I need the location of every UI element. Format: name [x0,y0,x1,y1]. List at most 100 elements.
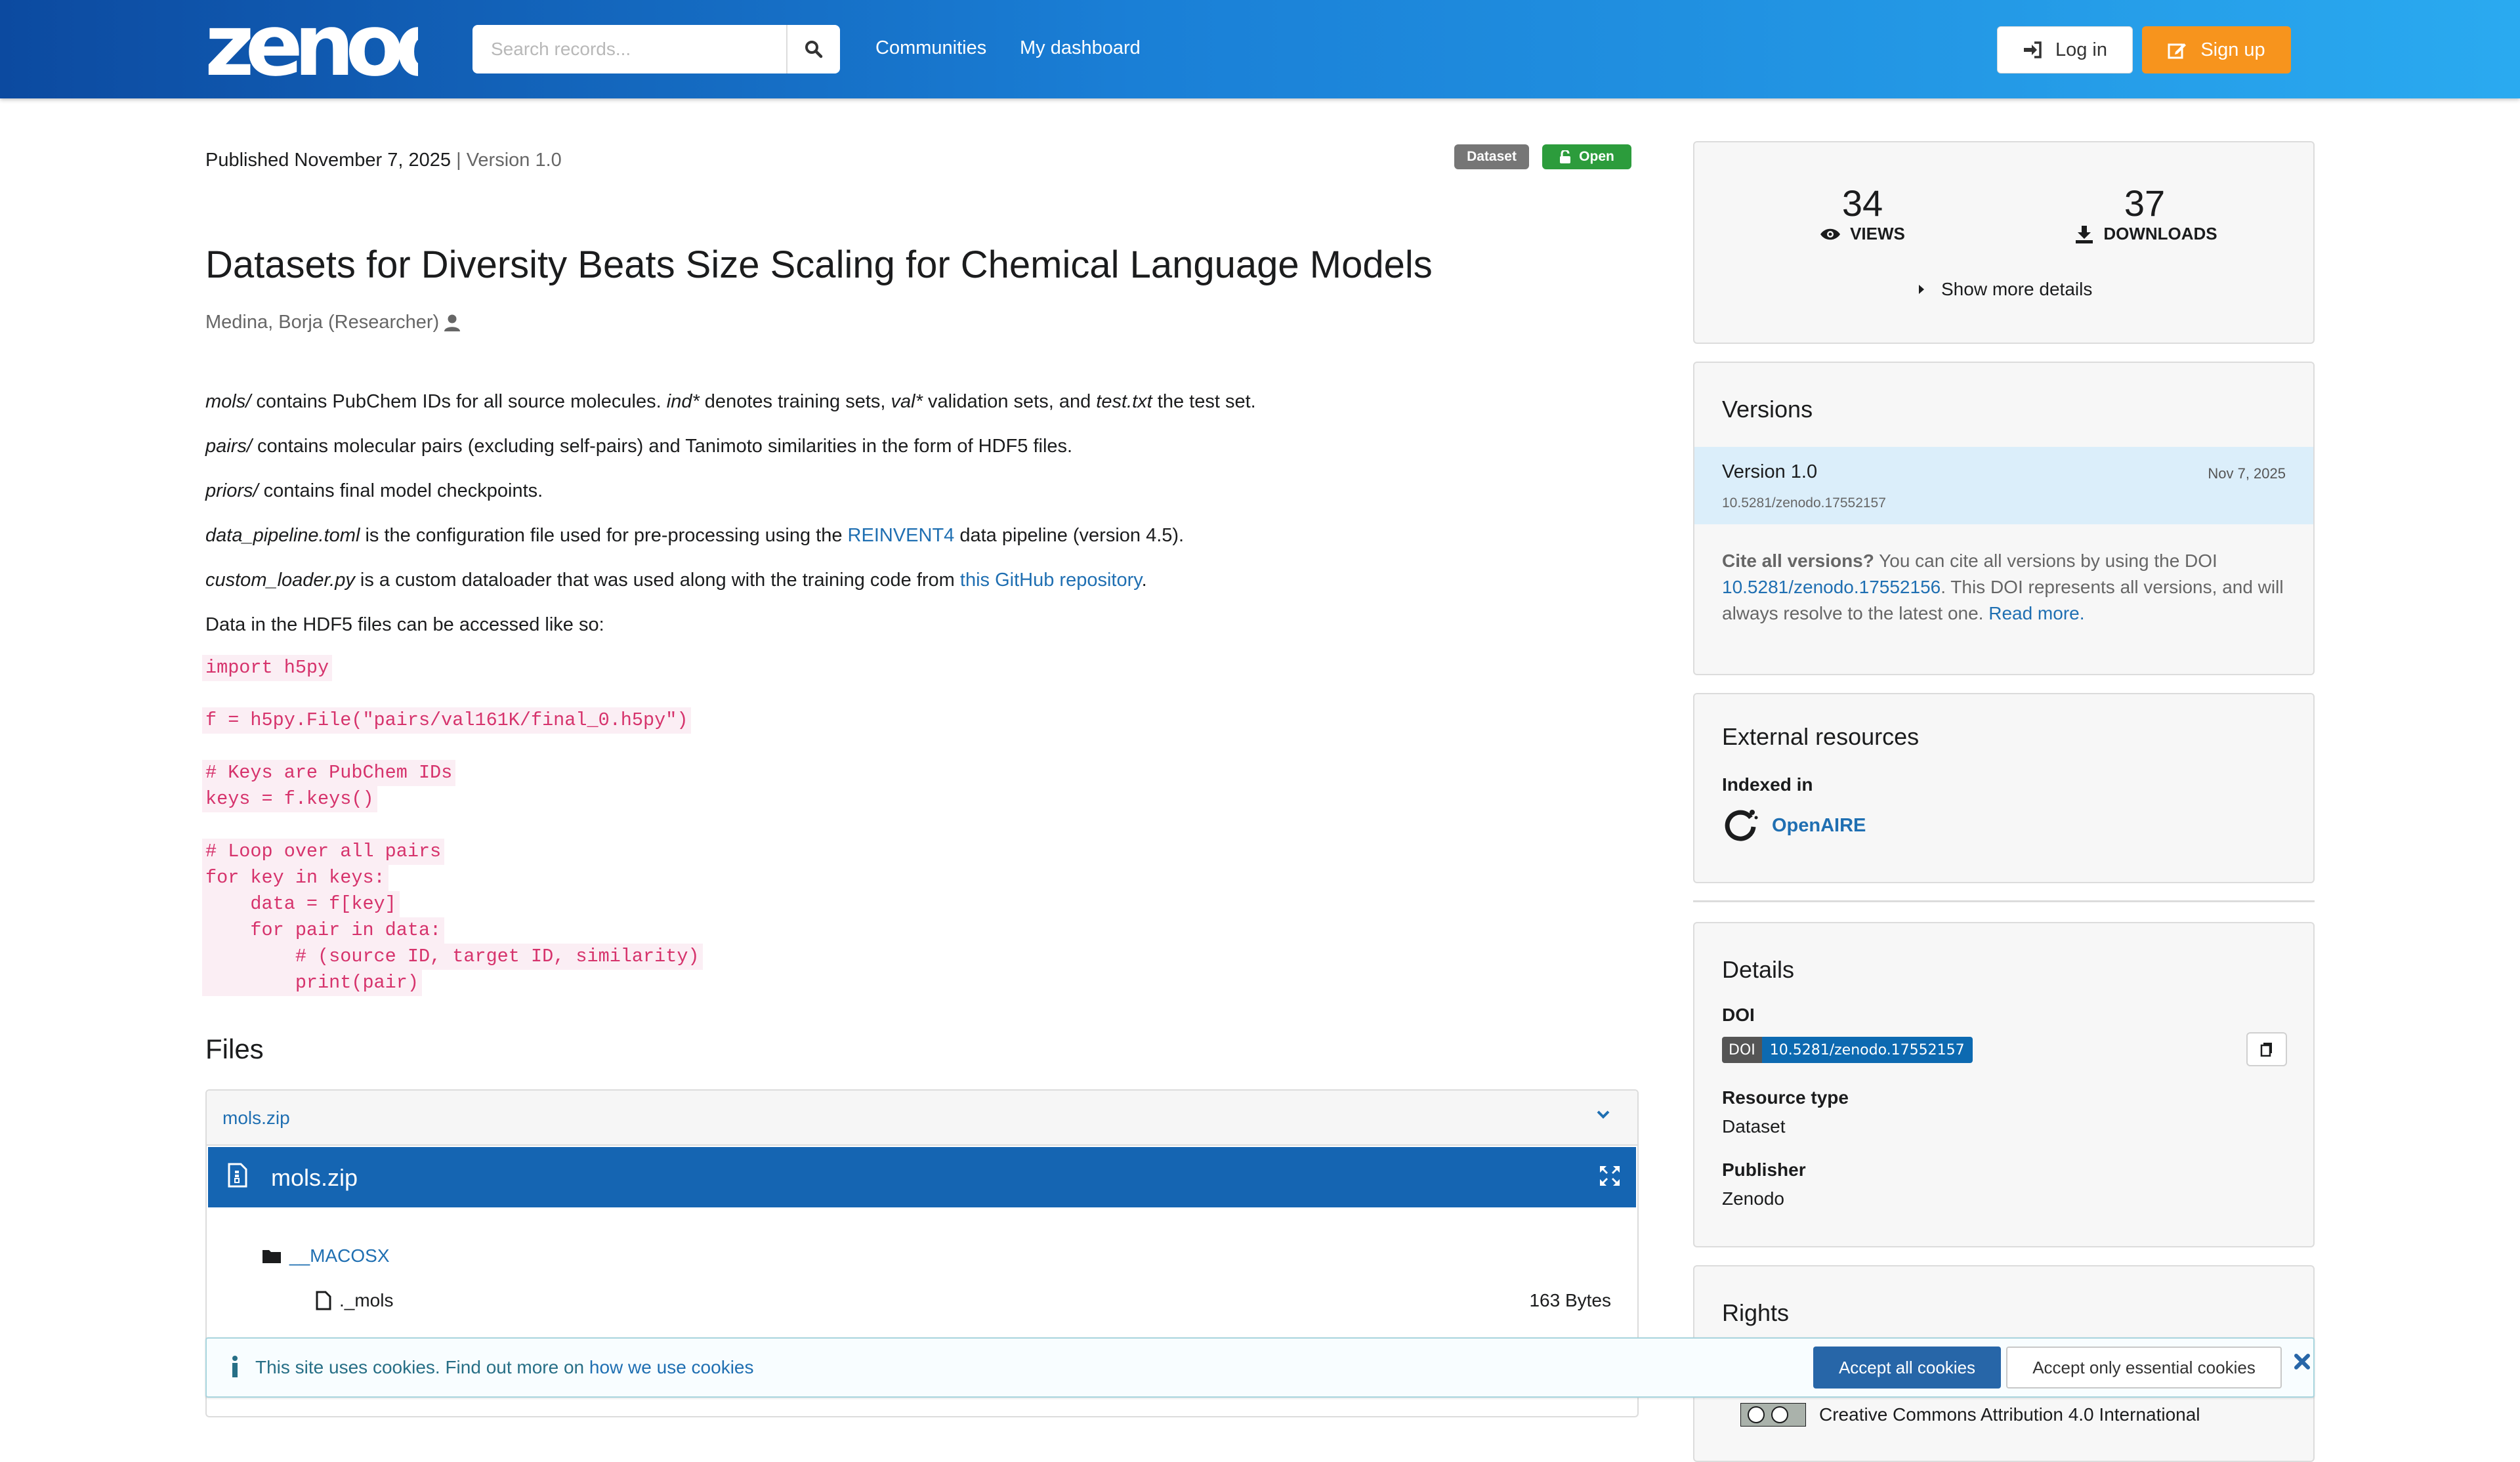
code-line: keys = f.keys() [202,786,377,812]
views-label: VIEWS [1744,224,1981,244]
details-title: Details [1722,956,1795,983]
accept-all-cookies-button[interactable]: Accept all cookies [1813,1347,2001,1389]
expand-icon[interactable] [1598,1164,1622,1188]
record-title: Datasets for Diversity Beats Size Scalin… [205,243,1433,286]
files-heading: Files [205,1034,264,1064]
downloads-label: DOWNLOADS [2028,224,2264,244]
copy-icon [2260,1043,2272,1057]
resource-type-badge: Dataset [1454,144,1529,169]
unlock-icon [1560,150,1571,163]
cite-all-versions: Cite all versions? You can cite all vers… [1722,551,2284,623]
version-date: Nov 7, 2025 [2208,465,2286,482]
code-line: # Keys are PubChem IDs [202,760,456,786]
file-accordion-name[interactable]: mols.zip [222,1108,290,1129]
code-line: for key in keys: [202,865,388,891]
eye-icon [1820,228,1841,240]
file-archive-icon [228,1163,247,1188]
concept-doi-link[interactable]: 10.5281/zenodo.17552156 [1722,577,1941,597]
published-date: Published November 7, 2025 [205,150,452,171]
reinvent4-link[interactable]: REINVENT4 [848,525,955,546]
license-name: Creative Commons Attribution 4.0 Interna… [1819,1404,2200,1425]
nav-communities[interactable]: Communities [875,37,986,59]
versions-title: Versions [1722,396,1813,423]
desc-paragraph-pipeline: data_pipeline.toml is the configuration … [205,525,1185,546]
desc-paragraph-loader: custom_loader.py is a custom dataloader … [205,570,1147,591]
openaire-link[interactable]: OpenAIRE [1722,807,1866,844]
edit-icon [2168,43,2187,59]
zenodo-logo[interactable]: zenodo [205,9,418,81]
top-navbar: zenodo Communities My dashboard Log in S… [0,0,2520,98]
versions-card: Versions Version 1.0 10.5281/zenodo.1755… [1693,362,2315,675]
caret-right-icon [1919,285,1924,294]
cookie-policy-link[interactable]: how we use cookies [589,1357,754,1377]
download-icon [2076,225,2093,243]
signup-label: Sign up [2200,39,2265,60]
folder-icon [262,1250,281,1263]
show-more-details[interactable]: Show more details [1918,279,2092,300]
copy-doi-button[interactable] [2246,1032,2287,1066]
tree-folder[interactable]: __MACOSX [262,1245,390,1266]
resource-type-value: Dataset [1722,1116,1786,1137]
desc-paragraph-pairs: pairs/ contains molecular pairs (excludi… [205,436,1073,457]
chevron-down-icon[interactable] [1595,1108,1611,1121]
close-icon[interactable] [2294,1353,2311,1370]
search-input[interactable] [472,25,786,73]
sign-in-icon [2023,41,2042,58]
sidebar-divider [1693,900,2315,902]
cc-license-icon [1740,1403,1806,1427]
version-doi: 10.5281/zenodo.17552157 [1722,495,1886,511]
desc-paragraph-priors: priors/ contains final model checkpoints… [205,480,543,501]
stats-card: 34 VIEWS 37 DOWNLOADS Show more details [1693,141,2315,344]
svg-text:zenodo: zenodo [205,9,418,81]
access-badge: Open [1542,144,1631,169]
code-line: print(pair) [202,970,422,996]
code-line: import h5py [202,655,333,681]
nav-my-dashboard[interactable]: My dashboard [1020,37,1141,59]
version-label: Version 1.0 [466,150,562,171]
details-card: Details DOI DOI 10.5281/zenodo.17552157 R… [1693,922,2315,1247]
publisher-value: Zenodo [1722,1188,1784,1209]
tree-file: ._mols [316,1290,393,1311]
code-block: import h5py f = h5py.File("pairs/val161K… [202,655,703,996]
version-name[interactable]: Version 1.0 [1722,461,1817,483]
desc-paragraph-hdf5: Data in the HDF5 files can be accessed l… [205,614,604,635]
file-accordion-header[interactable]: mols.zip [207,1091,1637,1146]
file-preview-header: mols.zip [208,1147,1636,1207]
signup-button[interactable]: Sign up [2142,26,2291,73]
license-item[interactable]: Creative Commons Attribution 4.0 Interna… [1740,1403,2200,1427]
doi-badge[interactable]: DOI 10.5281/zenodo.17552157 [1722,1037,1973,1063]
code-line: data = f[key] [202,891,400,917]
github-repo-link[interactable]: this GitHub repository [960,570,1142,591]
meta-separator: | [456,150,461,171]
search-button[interactable] [786,25,840,73]
code-line: # Loop over all pairs [202,839,445,865]
tree-file-size: 163 Bytes [1529,1290,1611,1310]
external-resources-title: External resources [1722,723,1920,750]
openaire-logo-icon [1725,810,1758,841]
tree-file-name: ._mols [339,1290,394,1310]
rights-title: Rights [1722,1299,1790,1326]
login-button[interactable]: Log in [1997,26,2133,73]
code-line: f = h5py.File("pairs/val161K/final_0.h5p… [202,707,692,734]
cookie-banner: This site uses cookies. Find out more on… [205,1337,2315,1398]
file-preview-name: mols.zip [271,1164,358,1191]
creator[interactable]: Medina, Borja (Researcher) [205,312,461,333]
file-icon [316,1291,331,1310]
read-more-link[interactable]: Read more. [1988,603,2084,623]
external-resources-card: External resources Indexed in OpenAIRE [1693,693,2315,883]
accept-essential-cookies-button[interactable]: Accept only essential cookies [2006,1347,2282,1389]
publication-info: Published November 7, 2025 | Version 1.0 [205,150,562,171]
login-label: Log in [2055,39,2107,60]
info-icon [232,1356,238,1377]
views-count: 34 [1841,182,1883,224]
code-line: # (source ID, target ID, similarity) [202,944,703,970]
downloads-count: 37 [2124,182,2166,224]
tree-folder-name[interactable]: __MACOSX [289,1245,390,1266]
creator-name: Medina, Borja (Researcher) [205,312,440,333]
version-item[interactable]: Version 1.0 10.5281/zenodo.17552157 Nov … [1694,447,2313,524]
doi-label: DOI [1722,1005,1755,1025]
user-icon [444,314,461,331]
code-line: for pair in data: [202,917,445,944]
search-icon [805,41,823,58]
cookie-message: This site uses cookies. Find out more on… [255,1357,754,1377]
